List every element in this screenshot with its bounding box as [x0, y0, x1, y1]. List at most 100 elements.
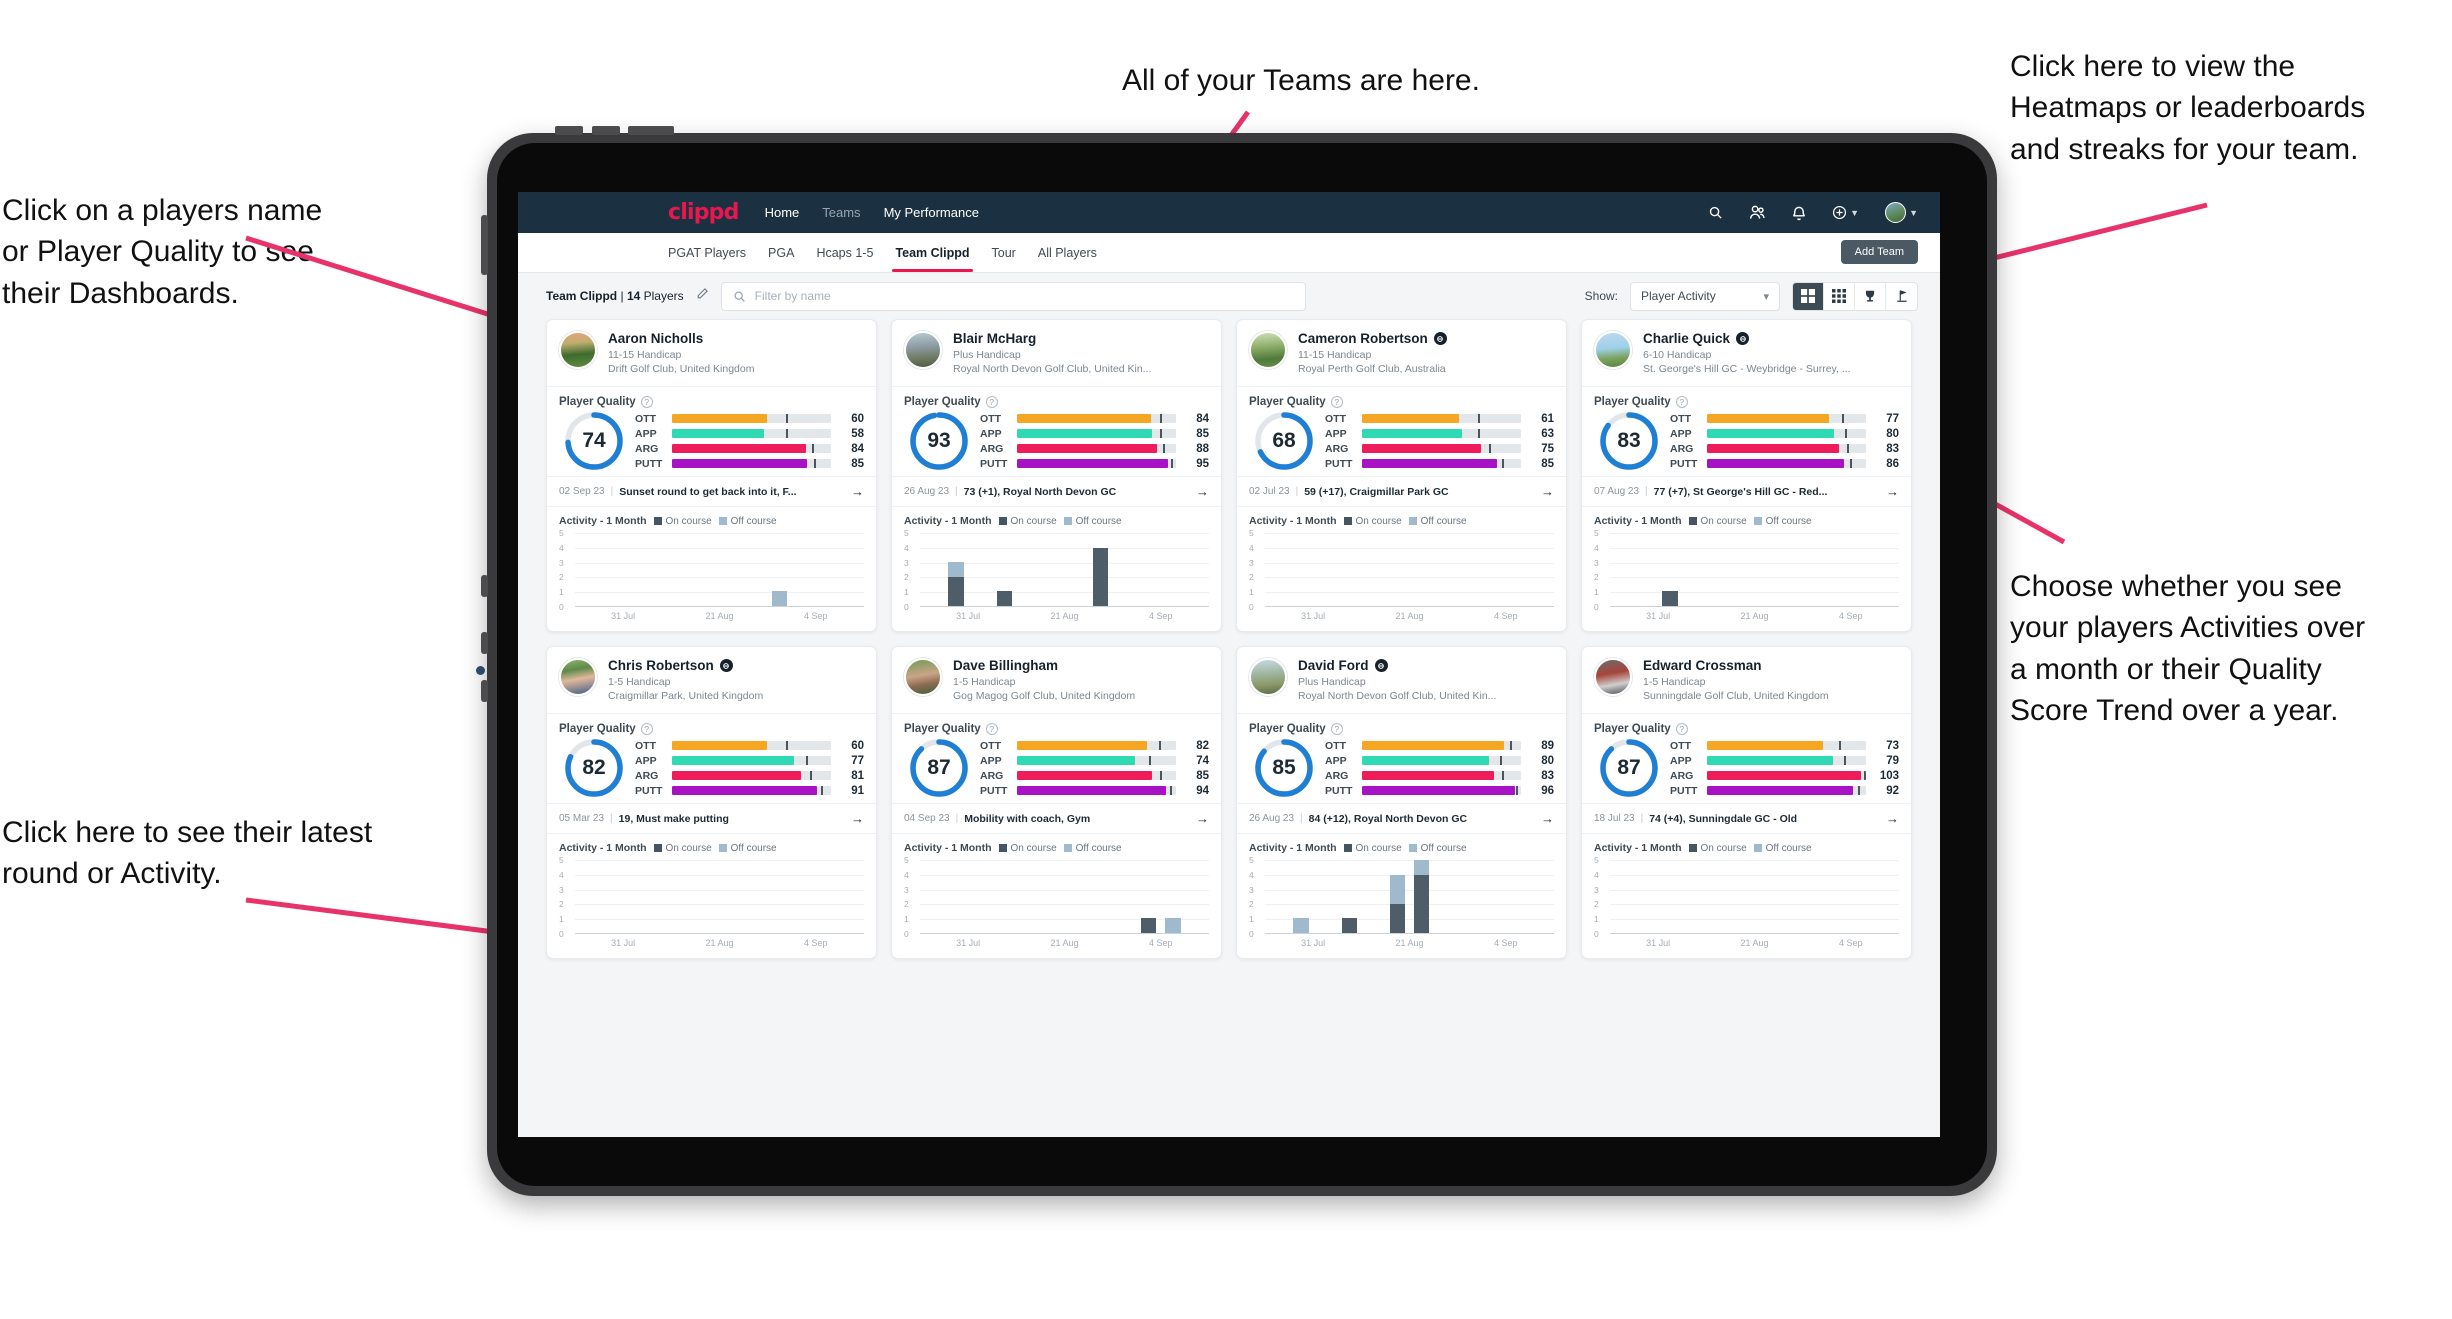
- tab-team-clippd[interactable]: Team Clippd: [892, 233, 973, 272]
- player-card[interactable]: Charlie Quick 6-10 Handicap St. George's H…: [1581, 319, 1912, 632]
- grid-large-icon[interactable]: [1793, 282, 1824, 310]
- quality-bar-label: PUTT: [980, 784, 1008, 797]
- help-icon[interactable]: ?: [985, 396, 998, 408]
- quality-bar-label: OTT: [635, 412, 656, 425]
- player-name-row[interactable]: David Ford: [1298, 658, 1496, 673]
- latest-round-row[interactable]: 18 Jul 23 | 74 (+4), Sunningdale GC - Old →: [1582, 803, 1911, 833]
- player-card[interactable]: Blair McHarg Plus Handicap Royal North Dev…: [891, 319, 1222, 632]
- player-quality-section[interactable]: Player Quality? 83 OTT 77 APP 80 ARG 83 PUTT 86: [1582, 386, 1911, 476]
- player-card[interactable]: Edward Crossman 1-5 Handicap Sunningdale G…: [1581, 646, 1912, 959]
- quality-bar-label: PUTT: [1670, 457, 1698, 470]
- player-card[interactable]: David Ford Plus Handicap Royal North Devon…: [1236, 646, 1567, 959]
- quality-bar-row: OTT 60: [635, 413, 864, 425]
- tab-tour[interactable]: Tour: [992, 233, 1016, 272]
- show-select[interactable]: Player Activity ▾: [1630, 281, 1780, 311]
- player-quality-section[interactable]: Player Quality? 74 OTT 60 APP 58 ARG 84 PUTT 85: [547, 386, 876, 476]
- x-axis-tick: 4 Sep: [1149, 938, 1173, 948]
- player-card-header[interactable]: Aaron Nicholls 11-15 Handicap Drift Golf C…: [547, 320, 876, 386]
- player-quality-section[interactable]: Player Quality? 68 OTT 61 APP 63 ARG 75 PUTT 85: [1237, 386, 1566, 476]
- add-team-button[interactable]: Add Team: [1840, 240, 1918, 264]
- pencil-icon[interactable]: [696, 287, 709, 305]
- player-quality-section[interactable]: Player Quality? 82 OTT 60 APP 77 ARG 81 PUTT 91: [547, 713, 876, 803]
- player-name-row[interactable]: Cameron Robertson: [1298, 331, 1447, 346]
- latest-round-row[interactable]: 07 Aug 23 | 77 (+7), St George's Hill GC -…: [1582, 476, 1911, 506]
- activity-chart-section: Activity - 1 Month On course Off course 5 4 3…: [1237, 506, 1566, 631]
- arrow-right-icon[interactable]: →: [1886, 811, 1899, 826]
- player-card-header[interactable]: Blair McHarg Plus Handicap Royal North Dev…: [892, 320, 1221, 386]
- tab-all-players[interactable]: All Players: [1038, 233, 1097, 272]
- arrow-right-icon[interactable]: →: [1886, 484, 1899, 499]
- search-icon[interactable]: [1708, 205, 1723, 220]
- tab-pga[interactable]: PGA: [768, 233, 794, 272]
- player-name[interactable]: Charlie Quick: [1643, 331, 1730, 346]
- avatar[interactable]: ▼: [1885, 202, 1918, 223]
- tab-hcaps-1-5[interactable]: Hcaps 1-5: [816, 233, 873, 272]
- player-name[interactable]: Aaron Nicholls: [608, 331, 703, 346]
- nav-link-teams[interactable]: Teams: [822, 205, 860, 220]
- player-quality-section[interactable]: Player Quality? 93 OTT 84 APP 85 ARG 88 PUTT 95: [892, 386, 1221, 476]
- help-icon[interactable]: ?: [1330, 723, 1343, 735]
- people-icon[interactable]: [1749, 205, 1766, 220]
- y-axis-tick: 4: [1249, 542, 1254, 553]
- arrow-right-icon[interactable]: →: [1541, 811, 1554, 826]
- player-name[interactable]: Dave Billingham: [953, 658, 1058, 673]
- arrow-right-icon[interactable]: →: [1196, 484, 1209, 499]
- clippd-logo[interactable]: clippd: [668, 200, 739, 225]
- y-axis-tick: 2: [559, 572, 564, 583]
- arrow-right-icon[interactable]: →: [851, 811, 864, 826]
- player-name-row[interactable]: Blair McHarg: [953, 331, 1151, 346]
- player-card[interactable]: Chris Robertson 1-5 Handicap Craigmillar P…: [546, 646, 877, 959]
- help-icon[interactable]: ?: [1330, 396, 1343, 408]
- player-name[interactable]: Chris Robertson: [608, 658, 714, 673]
- plus-circle-icon[interactable]: ▼: [1832, 205, 1859, 220]
- help-icon[interactable]: ?: [640, 723, 653, 735]
- latest-round-row[interactable]: 04 Sep 23 | Mobility with coach, Gym →: [892, 803, 1221, 833]
- player-card-header[interactable]: Chris Robertson 1-5 Handicap Craigmillar P…: [547, 647, 876, 713]
- player-name[interactable]: Blair McHarg: [953, 331, 1036, 346]
- player-quality-section[interactable]: Player Quality? 87 OTT 82 APP 74 ARG 85 PUTT 94: [892, 713, 1221, 803]
- latest-round-row[interactable]: 02 Sep 23 | Sunset round to get back into …: [547, 476, 876, 506]
- arrow-right-icon[interactable]: →: [1541, 484, 1554, 499]
- player-name-row[interactable]: Charlie Quick: [1643, 331, 1851, 346]
- player-name-row[interactable]: Edward Crossman: [1643, 658, 1829, 673]
- player-quality-section[interactable]: Player Quality? 87 OTT 73 APP 79 ARG 103 PUTT 92: [1582, 713, 1911, 803]
- player-name[interactable]: David Ford: [1298, 658, 1369, 673]
- nav-link-my-performance[interactable]: My Performance: [884, 205, 979, 220]
- player-handicap: 1-5 Handicap: [1643, 676, 1706, 688]
- activity-bar: [768, 591, 792, 606]
- bell-icon[interactable]: [1792, 205, 1806, 221]
- player-name-row[interactable]: Chris Robertson: [608, 658, 763, 673]
- round-date: 18 Jul 23: [1594, 813, 1635, 824]
- player-card-header[interactable]: Edward Crossman 1-5 Handicap Sunningdale G…: [1582, 647, 1911, 713]
- help-icon[interactable]: ?: [1675, 723, 1688, 735]
- flag-icon[interactable]: [1886, 283, 1917, 310]
- player-card-header[interactable]: Cameron Robertson 11-15 Handicap Royal Per…: [1237, 320, 1566, 386]
- tab-pgat-players[interactable]: PGAT Players: [668, 233, 746, 272]
- quality-bar-track: [1362, 459, 1521, 468]
- player-card[interactable]: Aaron Nicholls 11-15 Handicap Drift Golf C…: [546, 319, 877, 632]
- player-card[interactable]: Cameron Robertson 11-15 Handicap Royal Per…: [1236, 319, 1567, 632]
- grid-small-icon[interactable]: [1824, 282, 1855, 310]
- nav-link-home[interactable]: Home: [765, 205, 800, 220]
- player-name[interactable]: Cameron Robertson: [1298, 331, 1428, 346]
- help-icon[interactable]: ?: [640, 396, 653, 408]
- player-name-row[interactable]: Dave Billingham: [953, 658, 1135, 673]
- player-card-header[interactable]: David Ford Plus Handicap Royal North Devon…: [1237, 647, 1566, 713]
- arrow-right-icon[interactable]: →: [1196, 811, 1209, 826]
- player-quality-section[interactable]: Player Quality? 85 OTT 89 APP 80 ARG 83 PUTT 96: [1237, 713, 1566, 803]
- latest-round-row[interactable]: 26 Aug 23 | 84 (+12), Royal North Devon GC…: [1237, 803, 1566, 833]
- help-icon[interactable]: ?: [1675, 396, 1688, 408]
- player-card[interactable]: Dave Billingham 1-5 Handicap Gog Magog Gol…: [891, 646, 1222, 959]
- player-card-header[interactable]: Dave Billingham 1-5 Handicap Gog Magog Gol…: [892, 647, 1221, 713]
- player-name-row[interactable]: Aaron Nicholls: [608, 331, 754, 346]
- latest-round-row[interactable]: 05 Mar 23 | 19, Must make putting →: [547, 803, 876, 833]
- help-icon[interactable]: ?: [985, 723, 998, 735]
- trophy-icon[interactable]: [1855, 282, 1886, 310]
- latest-round-row[interactable]: 26 Aug 23 | 73 (+1), Royal North Devon GC →: [892, 476, 1221, 506]
- player-name[interactable]: Edward Crossman: [1643, 658, 1762, 673]
- search-input[interactable]: Filter by name: [720, 281, 1306, 311]
- player-card-header[interactable]: Charlie Quick 6-10 Handicap St. George's H…: [1582, 320, 1911, 386]
- quality-bar-row: ARG 85: [980, 770, 1209, 782]
- latest-round-row[interactable]: 02 Jul 23 | 59 (+17), Craigmillar Park GC →: [1237, 476, 1566, 506]
- arrow-right-icon[interactable]: →: [851, 484, 864, 499]
